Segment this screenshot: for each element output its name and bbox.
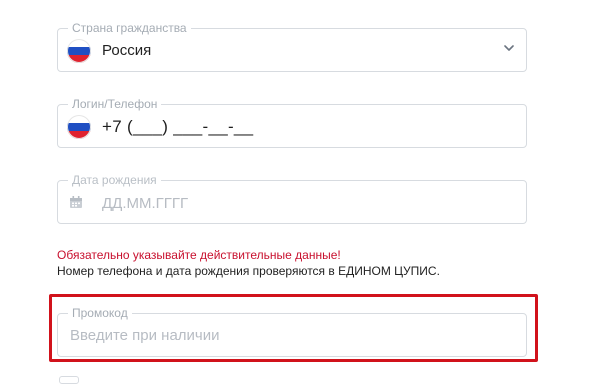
promo-placeholder: Введите при наличии bbox=[70, 327, 220, 344]
citizenship-label: Страна гражданства bbox=[68, 21, 191, 35]
phone-label: Логин/Телефон bbox=[68, 97, 162, 111]
verification-note: Номер телефона и дата рождения проверяют… bbox=[57, 264, 440, 278]
russia-flag-icon bbox=[67, 39, 91, 63]
promo-label: Промокод bbox=[68, 306, 132, 320]
birthdate-label: Дата рождения bbox=[68, 173, 161, 187]
promo-field[interactable]: Промокод Введите при наличии bbox=[57, 306, 527, 357]
birthdate-placeholder: ДД.ММ.ГГГГ bbox=[102, 195, 189, 212]
russia-flag-icon bbox=[67, 115, 91, 139]
checkbox-partial[interactable] bbox=[59, 376, 79, 384]
citizenship-value: Россия bbox=[102, 42, 152, 59]
warning-text: Обязательно указывайте действительные да… bbox=[57, 248, 341, 262]
phone-input[interactable]: +7 (___) ___-__-__ bbox=[102, 117, 253, 137]
phone-field[interactable]: Логин/Телефон +7 (___) ___-__-__ bbox=[57, 97, 527, 148]
calendar-icon bbox=[70, 196, 82, 208]
citizenship-select[interactable]: Страна гражданства Россия bbox=[57, 21, 527, 72]
birthdate-field[interactable]: Дата рождения ДД.ММ.ГГГГ bbox=[57, 173, 527, 224]
chevron-down-icon[interactable] bbox=[502, 41, 516, 55]
